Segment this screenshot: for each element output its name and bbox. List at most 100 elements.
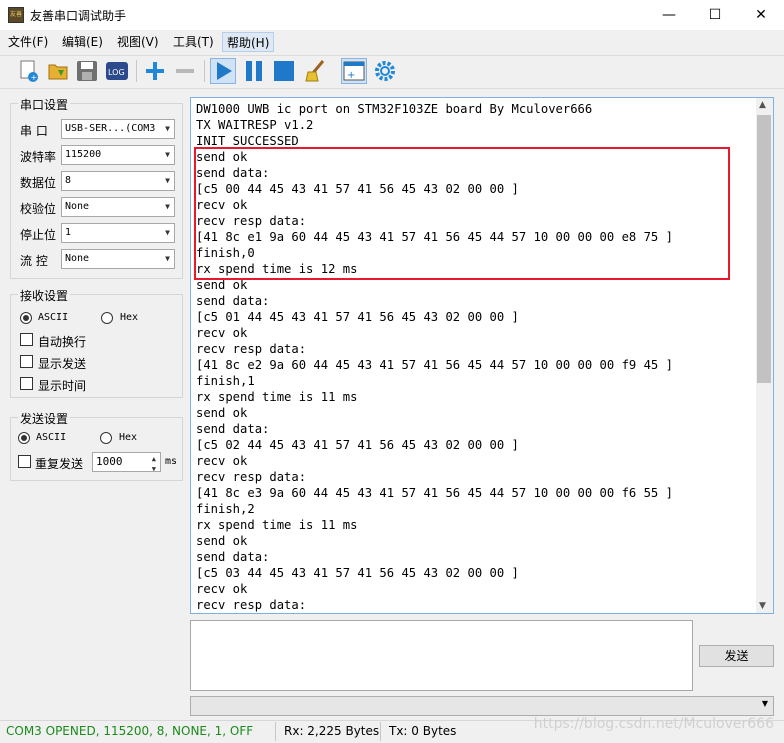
- remove-icon[interactable]: [172, 58, 198, 84]
- console-line: recv ok: [196, 326, 248, 340]
- interval-stepper[interactable]: 1000 ▲ ▼: [92, 452, 161, 473]
- console-line: TX WAITRESP v1.2: [196, 118, 314, 132]
- menu-edit[interactable]: 编辑(E): [58, 32, 107, 52]
- console-line: send data:: [196, 422, 270, 436]
- open-icon[interactable]: [45, 58, 71, 84]
- chevron-down-icon[interactable]: ▼: [152, 460, 156, 478]
- send-ascii-radio[interactable]: [18, 432, 30, 444]
- chevron-down-icon: ▼: [165, 228, 170, 237]
- send-hex-radio[interactable]: [100, 432, 112, 444]
- console-line: recv resp data:: [196, 598, 307, 612]
- menu-tools[interactable]: 工具(T): [169, 32, 218, 52]
- window-icon[interactable]: +: [341, 58, 367, 84]
- flow-label: 流 控: [20, 254, 48, 268]
- tx-count: Tx: 0 Bytes: [389, 724, 457, 738]
- send-button[interactable]: 发送: [699, 645, 774, 667]
- console-line: recv ok: [196, 582, 248, 596]
- minimize-button[interactable]: —: [646, 0, 692, 30]
- menu-help[interactable]: 帮助(H): [222, 32, 275, 52]
- show-time-checkbox[interactable]: [20, 377, 33, 390]
- port-label: 串 口: [20, 124, 48, 138]
- console-line: recv resp data:: [196, 470, 307, 484]
- chevron-down-icon: ▼: [165, 176, 170, 185]
- flow-value: None: [65, 253, 90, 264]
- highlight-box: [194, 147, 730, 280]
- console-line: send data:: [196, 294, 270, 308]
- connection-status: COM3 OPENED, 115200, 8, NONE, 1, OFF: [6, 724, 254, 738]
- rx-count: Rx: 2,225 Bytes: [284, 724, 380, 738]
- menu-file[interactable]: 文件(F): [4, 32, 52, 52]
- stopbits-label: 停止位: [20, 228, 57, 242]
- menu-view[interactable]: 视图(V): [113, 32, 163, 52]
- baud-value: 115200: [65, 149, 102, 160]
- svg-text:+: +: [347, 70, 355, 81]
- maximize-button[interactable]: ☐: [692, 0, 738, 30]
- show-time-label: 显示时间: [38, 379, 87, 393]
- chevron-down-icon: ▼: [165, 124, 170, 133]
- console-line: recv ok: [196, 454, 248, 468]
- settings-icon[interactable]: [372, 58, 398, 84]
- flow-select[interactable]: None ▼: [61, 249, 175, 269]
- add-icon[interactable]: [142, 58, 168, 84]
- receive-hex-label: Hex: [120, 312, 139, 323]
- toolbar-separator: [136, 60, 137, 82]
- send-history-select[interactable]: ▼: [190, 696, 774, 716]
- console-line: finish,2: [196, 502, 255, 516]
- auto-wrap-label: 自动换行: [38, 335, 87, 349]
- console-line: recv resp data:: [196, 342, 307, 356]
- chevron-up-icon[interactable]: ▲: [759, 100, 766, 110]
- auto-wrap-checkbox[interactable]: [20, 333, 33, 346]
- stopbits-value: 1: [65, 227, 72, 238]
- baud-label: 波特率: [20, 150, 57, 164]
- watermark: https://blog.csdn.net/Mculover666: [533, 716, 774, 732]
- vertical-scrollbar[interactable]: ▲ ▼: [756, 98, 773, 613]
- chevron-down-icon: ▼: [761, 699, 768, 708]
- console-line: [c5 03 44 45 43 41 57 41 56 45 43 02 00 …: [196, 566, 519, 580]
- close-button[interactable]: ✕: [738, 0, 784, 30]
- svg-text:+: +: [31, 73, 38, 82]
- send-input[interactable]: [190, 620, 693, 691]
- svg-text:LOG: LOG: [108, 68, 125, 77]
- chevron-down-icon: ▼: [165, 202, 170, 211]
- send-ascii-label: ASCII: [36, 432, 67, 443]
- receive-settings-title: 接收设置: [18, 287, 71, 304]
- save-icon[interactable]: [74, 58, 100, 84]
- console-line: [c5 02 44 45 43 41 57 41 56 45 43 02 00 …: [196, 438, 519, 452]
- scrollbar-thumb[interactable]: [757, 115, 771, 383]
- toolbar-separator: [204, 60, 205, 82]
- clear-icon[interactable]: [303, 58, 329, 84]
- play-icon[interactable]: [210, 58, 236, 84]
- console-line: send ok: [196, 534, 248, 548]
- chevron-down-icon: ▼: [165, 150, 170, 159]
- port-value: USB-SER...(COM3: [65, 123, 156, 134]
- show-send-checkbox[interactable]: [20, 355, 33, 368]
- app-icon: 友善: [8, 7, 24, 23]
- parity-select[interactable]: None ▼: [61, 197, 175, 217]
- send-settings-title: 发送设置: [18, 410, 71, 427]
- show-send-label: 显示发送: [38, 357, 87, 371]
- stop-icon[interactable]: [271, 58, 297, 84]
- send-hex-label: Hex: [119, 432, 138, 443]
- repeat-send-label: 重复发送: [35, 457, 84, 471]
- receive-hex-radio[interactable]: [101, 312, 113, 324]
- databits-select[interactable]: 8 ▼: [61, 171, 175, 191]
- chevron-down-icon[interactable]: ▼: [759, 601, 766, 611]
- receive-ascii-label: ASCII: [38, 312, 69, 323]
- port-select[interactable]: USB-SER...(COM3 ▼: [61, 119, 175, 139]
- console-line: [41 8c e3 9a 60 44 45 43 41 57 41 56 45 …: [196, 486, 673, 500]
- baud-select[interactable]: 115200 ▼: [61, 145, 175, 165]
- log-icon[interactable]: LOG: [104, 58, 130, 84]
- console-line: [41 8c e2 9a 60 44 45 43 41 57 41 56 45 …: [196, 358, 673, 372]
- new-icon[interactable]: +: [16, 58, 42, 84]
- repeat-send-checkbox[interactable]: [18, 455, 31, 468]
- window-title: 友善串口调试助手: [30, 9, 127, 23]
- stopbits-select[interactable]: 1 ▼: [61, 223, 175, 243]
- console-line: rx spend time is 11 ms: [196, 518, 358, 532]
- console-line: [c5 01 44 45 43 41 57 41 56 45 43 02 00 …: [196, 310, 519, 324]
- pause-icon[interactable]: [241, 58, 267, 84]
- databits-value: 8: [65, 175, 72, 186]
- status-separator: [380, 722, 381, 741]
- console-line: finish,1: [196, 374, 255, 388]
- console-line: rx spend time is 11 ms: [196, 390, 358, 404]
- receive-ascii-radio[interactable]: [20, 312, 32, 324]
